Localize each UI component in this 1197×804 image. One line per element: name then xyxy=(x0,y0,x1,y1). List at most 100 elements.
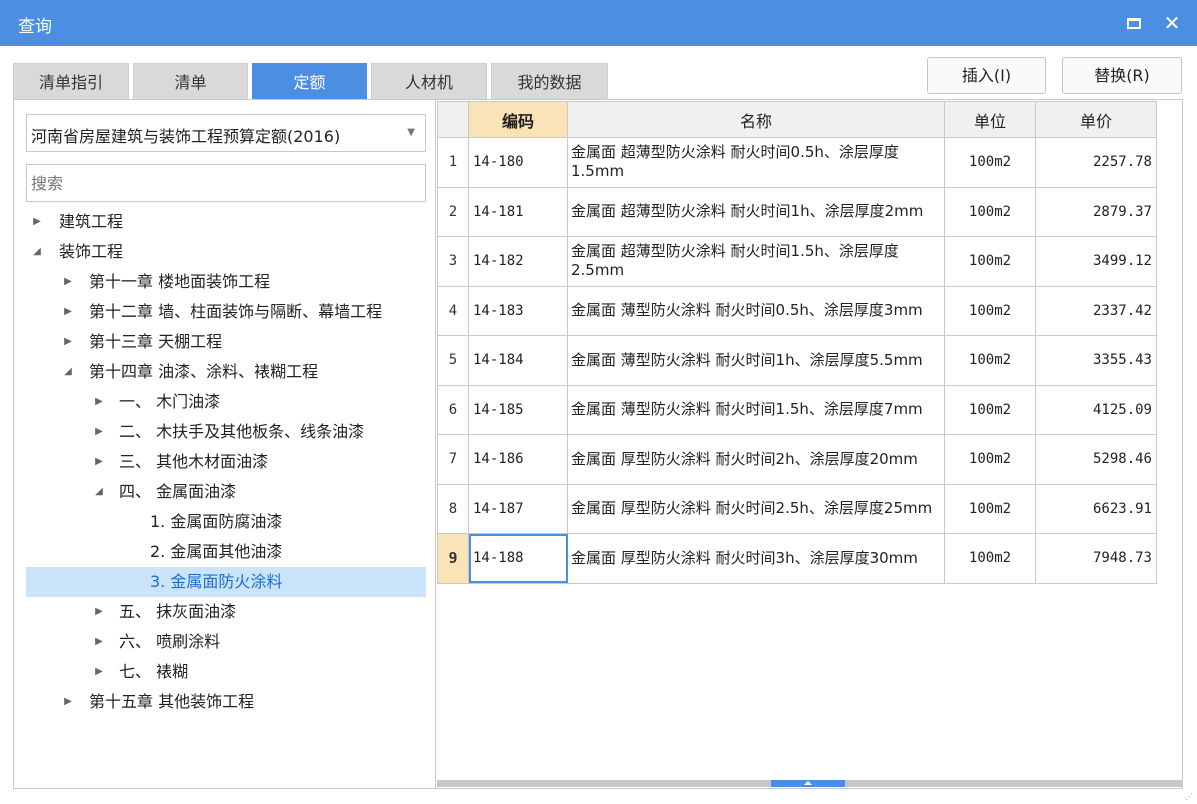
code-cell[interactable]: 14-183 xyxy=(468,285,568,336)
expand-arrow-icon[interactable]: ▶ xyxy=(92,597,106,627)
tree-item[interactable]: 1. 金属面防腐油漆 xyxy=(26,507,426,537)
column-header-unit[interactable]: 单位 xyxy=(944,101,1036,138)
code-cell[interactable]: 14-187 xyxy=(468,483,568,534)
expand-arrow-icon[interactable]: ▶ xyxy=(92,627,106,657)
expand-arrow-icon[interactable]: ▶ xyxy=(92,657,106,687)
expand-arrow-icon[interactable]: ▶ xyxy=(61,297,75,327)
price-cell[interactable]: 5298.46 xyxy=(1035,434,1157,485)
table-row[interactable]: 2 14-181 金属面 超薄型防火涂料 耐火时间1h、涂层厚度2mm 100m… xyxy=(437,186,1157,237)
tree-item[interactable]: ▶ 七、 裱糊 xyxy=(26,657,426,687)
expand-arrow-icon[interactable]: ▶ xyxy=(61,687,75,717)
name-cell[interactable]: 金属面 厚型防火涂料 耐火时间2h、涂层厚度20mm xyxy=(567,434,945,485)
name-cell[interactable]: 金属面 薄型防火涂料 耐火时间0.5h、涂层厚度3mm xyxy=(567,285,945,336)
horizontal-scrollbar[interactable] xyxy=(437,780,1182,787)
row-number: 4 xyxy=(437,285,469,336)
code-cell[interactable]: 14-184 xyxy=(468,335,568,386)
insert-button[interactable]: 插入(I) xyxy=(927,57,1046,94)
code-cell[interactable]: 14-180 xyxy=(468,137,568,188)
tree-item[interactable]: ◢ 装饰工程 xyxy=(26,237,426,267)
unit-cell[interactable]: 100m2 xyxy=(944,434,1036,485)
tree-item[interactable]: ▶ 三、 其他木材面油漆 xyxy=(26,447,426,477)
name-cell[interactable]: 金属面 超薄型防火涂料 耐火时间0.5h、涂层厚度1.5mm xyxy=(567,137,945,188)
close-icon[interactable]: ✕ xyxy=(1158,9,1186,37)
price-cell[interactable]: 7948.73 xyxy=(1035,533,1157,584)
code-cell[interactable]: 14-186 xyxy=(468,434,568,485)
unit-cell[interactable]: 100m2 xyxy=(944,285,1036,336)
table-row[interactable]: 4 14-183 金属面 薄型防火涂料 耐火时间0.5h、涂层厚度3mm 100… xyxy=(437,285,1157,336)
tree-item[interactable]: ▶ 第十五章 其他装饰工程 xyxy=(26,687,426,717)
resize-grip-icon[interactable]: ⋰ xyxy=(1185,792,1195,802)
expand-arrow-icon[interactable]: ▶ xyxy=(92,417,106,447)
unit-cell[interactable]: 100m2 xyxy=(944,483,1036,534)
maximize-icon[interactable] xyxy=(1120,9,1148,37)
name-cell[interactable]: 金属面 超薄型防火涂料 耐火时间1h、涂层厚度2mm xyxy=(567,186,945,237)
expand-arrow-icon[interactable]: ▶ xyxy=(30,207,44,237)
quota-library-select[interactable]: 河南省房屋建筑与装饰工程预算定额(2016) ▼ xyxy=(26,114,426,152)
price-cell[interactable]: 2257.78 xyxy=(1035,137,1157,188)
tree-item[interactable]: ▶ 二、 木扶手及其他板条、线条油漆 xyxy=(26,417,426,447)
collapse-arrow-icon[interactable]: ◢ xyxy=(61,357,75,387)
price-cell[interactable]: 4125.09 xyxy=(1035,384,1157,435)
tab-quota[interactable]: 定额 xyxy=(252,63,367,100)
unit-cell[interactable]: 100m2 xyxy=(944,384,1036,435)
table-row[interactable]: 5 14-184 金属面 薄型防火涂料 耐火时间1h、涂层厚度5.5mm 100… xyxy=(437,335,1157,386)
code-cell[interactable]: 14-181 xyxy=(468,186,568,237)
unit-cell[interactable]: 100m2 xyxy=(944,533,1036,584)
row-number: 8 xyxy=(437,483,469,534)
tree-item[interactable]: ◢ 第十四章 油漆、涂料、裱糊工程 xyxy=(26,357,426,387)
expand-arrow-icon[interactable]: ▶ xyxy=(92,387,106,417)
row-number: 9 xyxy=(437,533,469,584)
tree-item[interactable]: ▶ 第十一章 楼地面装饰工程 xyxy=(26,267,426,297)
unit-cell[interactable]: 100m2 xyxy=(944,137,1036,188)
name-cell[interactable]: 金属面 超薄型防火涂料 耐火时间1.5h、涂层厚度2.5mm xyxy=(567,236,945,287)
replace-button[interactable]: 替换(R) xyxy=(1062,57,1182,94)
name-cell[interactable]: 金属面 薄型防火涂料 耐火时间1h、涂层厚度5.5mm xyxy=(567,335,945,386)
collapse-arrow-icon[interactable]: ◢ xyxy=(92,477,106,507)
tab-list-guide[interactable]: 清单指引 xyxy=(13,63,129,100)
collapse-arrow-icon[interactable]: ◢ xyxy=(30,237,44,267)
table-row[interactable]: 7 14-186 金属面 厚型防火涂料 耐火时间2h、涂层厚度20mm 100m… xyxy=(437,434,1157,485)
expand-arrow-icon[interactable]: ▶ xyxy=(61,267,75,297)
quota-table: 编码 名称 单位 单价 1 14-180 金属面 超薄型防火涂料 耐火时间0.5… xyxy=(437,101,1157,584)
price-cell[interactable]: 3499.12 xyxy=(1035,236,1157,287)
column-header-code[interactable]: 编码 xyxy=(468,101,568,138)
table-row[interactable]: 1 14-180 金属面 超薄型防火涂料 耐火时间0.5h、涂层厚度1.5mm … xyxy=(437,137,1157,188)
name-cell[interactable]: 金属面 厚型防火涂料 耐火时间3h、涂层厚度30mm xyxy=(567,533,945,584)
tree-item[interactable]: ▶ 六、 喷刷涂料 xyxy=(26,627,426,657)
price-cell[interactable]: 2337.42 xyxy=(1035,285,1157,336)
tab-my-data[interactable]: 我的数据 xyxy=(491,63,608,100)
tree-item[interactable]: ▶ 第十三章 天棚工程 xyxy=(26,327,426,357)
table-row[interactable]: 3 14-182 金属面 超薄型防火涂料 耐火时间1.5h、涂层厚度2.5mm … xyxy=(437,236,1157,287)
tree-item[interactable]: ▶ 五、 抹灰面油漆 xyxy=(26,597,426,627)
scrollbar-thumb[interactable] xyxy=(771,780,845,787)
price-cell[interactable]: 2879.37 xyxy=(1035,186,1157,237)
price-cell[interactable]: 6623.91 xyxy=(1035,483,1157,534)
tree-item[interactable]: ▶ 第十二章 墙、柱面装饰与隔断、幕墙工程 xyxy=(26,297,426,327)
unit-cell[interactable]: 100m2 xyxy=(944,335,1036,386)
tab-list[interactable]: 清单 xyxy=(133,63,248,100)
title-bar: 查询 ✕ xyxy=(0,0,1197,46)
tree-item[interactable]: ▶ 建筑工程 xyxy=(26,207,426,237)
row-number: 1 xyxy=(437,137,469,188)
tree-item[interactable]: ◢ 四、 金属面油漆 xyxy=(26,477,426,507)
name-cell[interactable]: 金属面 薄型防火涂料 耐火时间1.5h、涂层厚度7mm xyxy=(567,384,945,435)
tab-labor-material-machine[interactable]: 人材机 xyxy=(371,63,487,100)
table-row[interactable]: 6 14-185 金属面 薄型防火涂料 耐火时间1.5h、涂层厚度7mm 100… xyxy=(437,384,1157,435)
search-input[interactable] xyxy=(26,164,426,202)
column-header-name[interactable]: 名称 xyxy=(567,101,945,138)
price-cell[interactable]: 3355.43 xyxy=(1035,335,1157,386)
code-cell-selected[interactable]: 14-188 xyxy=(468,533,568,584)
column-header-price[interactable]: 单价 xyxy=(1035,101,1157,138)
tree-item-selected[interactable]: 3. 金属面防火涂料 xyxy=(26,567,426,597)
table-row-current[interactable]: 9 14-188 金属面 厚型防火涂料 耐火时间3h、涂层厚度30mm 100m… xyxy=(437,533,1157,584)
tree-item[interactable]: 2. 金属面其他油漆 xyxy=(26,537,426,567)
expand-arrow-icon[interactable]: ▶ xyxy=(61,327,75,357)
code-cell[interactable]: 14-182 xyxy=(468,236,568,287)
table-row[interactable]: 8 14-187 金属面 厚型防火涂料 耐火时间2.5h、涂层厚度25mm 10… xyxy=(437,483,1157,534)
expand-arrow-icon[interactable]: ▶ xyxy=(92,447,106,477)
code-cell[interactable]: 14-185 xyxy=(468,384,568,435)
unit-cell[interactable]: 100m2 xyxy=(944,236,1036,287)
tree-item[interactable]: ▶ 一、 木门油漆 xyxy=(26,387,426,417)
name-cell[interactable]: 金属面 厚型防火涂料 耐火时间2.5h、涂层厚度25mm xyxy=(567,483,945,534)
unit-cell[interactable]: 100m2 xyxy=(944,186,1036,237)
